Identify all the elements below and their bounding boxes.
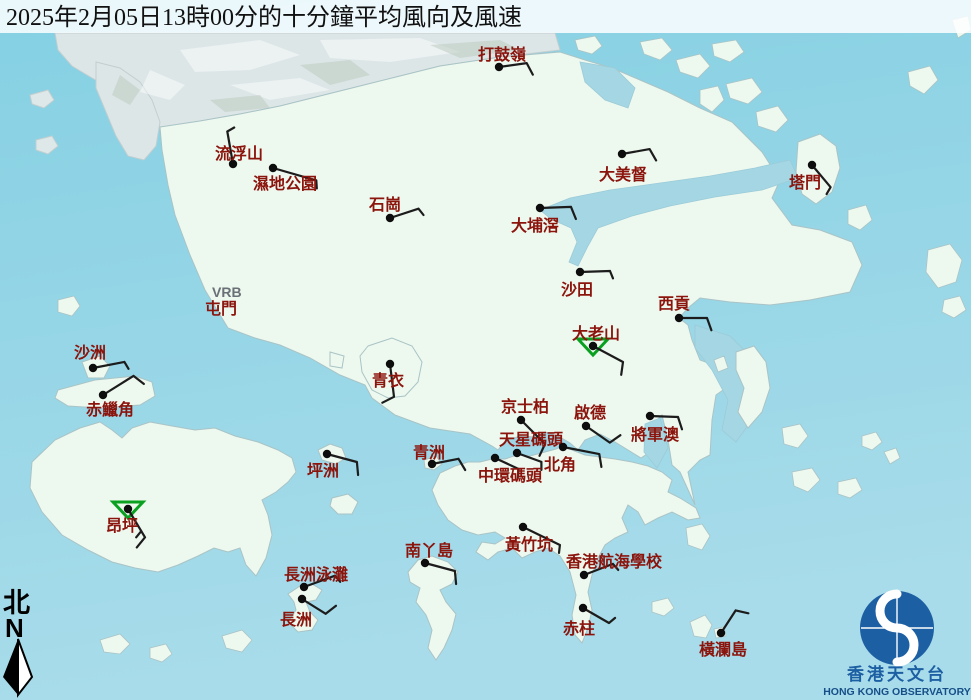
station-label: 流浮山 xyxy=(215,144,263,163)
station-dot xyxy=(513,449,521,457)
station-label: 屯門 xyxy=(205,299,237,318)
station-label: 赤鱲角 xyxy=(86,400,134,419)
station-dot xyxy=(580,571,588,579)
hko-name-chinese: 香港天文台 xyxy=(847,664,947,684)
station-dot xyxy=(495,63,503,71)
station-label: 打鼓嶺 xyxy=(478,45,526,64)
station-label: 橫瀾島 xyxy=(699,640,747,659)
hko-name-english: HONG KONG OBSERVATORY xyxy=(823,686,971,698)
station-dot xyxy=(298,595,306,603)
station-dot xyxy=(386,360,394,368)
station-label: 中環碼頭 xyxy=(478,466,543,485)
station-dot xyxy=(124,505,132,513)
wind-map-page: 流浮山濕地公園 打鼓嶺大美督 塔門石崗大埔滘沙田西貢 VRB屯門沙洲赤鱲角 大老山青衣青… xyxy=(0,0,971,700)
station-label: 將軍澳 xyxy=(631,425,680,444)
station-label: 香港航海學校 xyxy=(565,552,663,571)
station-dot xyxy=(717,629,725,637)
station-label: 青洲 xyxy=(413,443,445,462)
station-dot xyxy=(386,214,394,222)
station-dot xyxy=(269,164,277,172)
station-dot xyxy=(89,364,97,372)
station-dot xyxy=(300,583,308,591)
station-dot xyxy=(579,604,587,612)
station-dot xyxy=(582,422,590,430)
station-dot xyxy=(646,412,654,420)
station-label: 大埔滘 xyxy=(511,216,559,235)
north-letter-label: N xyxy=(5,613,24,643)
station-dot xyxy=(618,150,626,158)
station-label: 大美督 xyxy=(599,165,647,184)
station-label: 長洲泳灘 xyxy=(284,565,348,584)
station-label: 西貢 xyxy=(658,295,690,313)
station-label: 坪洲 xyxy=(307,462,339,480)
station-dot xyxy=(675,314,683,322)
hong-kong-wind-map: 流浮山濕地公園 打鼓嶺大美督 塔門石崗大埔滘沙田西貢 VRB屯門沙洲赤鱲角 大老山青衣青… xyxy=(0,0,971,700)
station-dot xyxy=(491,454,499,462)
station-label: 南丫島 xyxy=(405,541,453,560)
station-label: 大老山 xyxy=(572,324,620,343)
station-dot xyxy=(808,161,816,169)
station-dot xyxy=(589,342,597,350)
station-label: 啟德 xyxy=(574,403,606,422)
station-label: 塔門 xyxy=(789,173,821,192)
title-bar: 2025年2月05日13時00分的十分鐘平均風向及風速 xyxy=(0,0,971,33)
station-label: 黃竹坑 xyxy=(504,535,553,554)
station-label: 長洲 xyxy=(280,611,312,629)
station-dot xyxy=(323,450,331,458)
station-label: 昂坪 xyxy=(106,517,138,535)
station-dot xyxy=(576,268,584,276)
station-label: 赤柱 xyxy=(563,619,595,638)
station-label: 天星碼頭 xyxy=(499,431,564,449)
station-label: 濕地公園 xyxy=(253,174,317,193)
station-dot xyxy=(559,443,567,451)
station-dot xyxy=(517,416,525,424)
station-label: 沙洲 xyxy=(74,344,106,362)
station-dot xyxy=(99,391,107,399)
station-dot xyxy=(421,559,429,567)
station-dot xyxy=(536,204,544,212)
station-label: 京士柏 xyxy=(501,397,549,416)
station-label: 沙田 xyxy=(561,281,593,299)
station-label: 青衣 xyxy=(372,371,404,390)
map-title: 2025年2月05日13時00分的十分鐘平均風向及風速 xyxy=(6,4,522,31)
station-dot xyxy=(519,523,527,531)
vrb-annotation: VRB xyxy=(212,284,242,300)
station-label: 石崗 xyxy=(368,195,401,214)
station-label: 北角 xyxy=(544,455,576,474)
